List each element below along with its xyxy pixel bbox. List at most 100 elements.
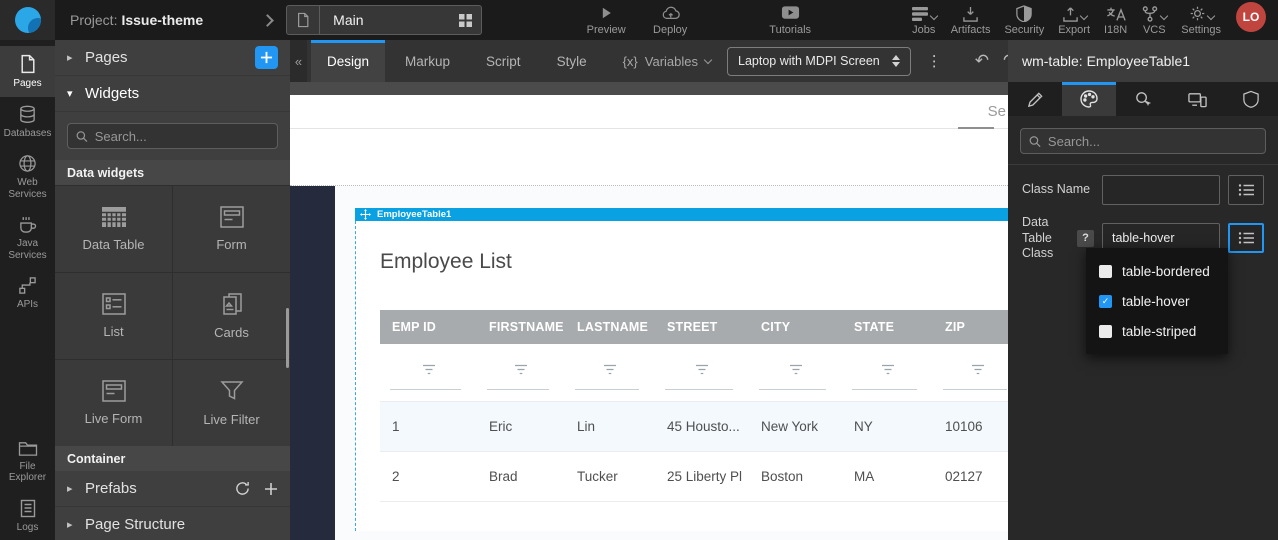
employee-table-widget[interactable]: EmployeeTable1 Employee List EMP ID FIRS… bbox=[355, 208, 1008, 531]
property-search-input[interactable] bbox=[1048, 134, 1257, 149]
checkbox-unchecked-icon[interactable] bbox=[1099, 325, 1112, 338]
tab-design[interactable]: Design bbox=[311, 40, 385, 82]
logo-cell[interactable] bbox=[0, 0, 55, 40]
sidebar-item-label: Web Services bbox=[0, 177, 55, 200]
widget-selection-bar[interactable]: EmployeeTable1 bbox=[355, 208, 1008, 221]
tab-markup[interactable]: Markup bbox=[389, 40, 466, 82]
cell-firstname: Brad bbox=[477, 452, 565, 502]
sidebar-item-file-explorer[interactable]: File Explorer bbox=[0, 432, 55, 491]
column-header[interactable]: CITY bbox=[749, 310, 842, 344]
column-filter[interactable] bbox=[749, 344, 842, 402]
option-label: table-hover bbox=[1122, 294, 1190, 309]
column-header[interactable]: STREET bbox=[655, 310, 749, 344]
table-row[interactable]: 2 Brad Tucker 25 Liberty Pl Boston MA 02… bbox=[380, 452, 1008, 502]
column-filter[interactable] bbox=[655, 344, 749, 402]
option-table-hover[interactable]: ✓ table-hover bbox=[1086, 286, 1228, 316]
sidebar-item-apis[interactable]: APIs bbox=[0, 268, 55, 318]
refresh-icon[interactable] bbox=[235, 481, 250, 496]
sidebar-item-web-services[interactable]: Web Services bbox=[0, 146, 55, 207]
tutorials-button[interactable]: Tutorials bbox=[758, 5, 822, 36]
column-filter[interactable] bbox=[565, 344, 655, 402]
caret-right-icon: ▸ bbox=[67, 518, 79, 531]
artifacts-button[interactable]: Artifacts bbox=[944, 2, 998, 38]
add-prefab-icon[interactable] bbox=[264, 482, 278, 496]
tab-script[interactable]: Script bbox=[470, 40, 537, 82]
pages-grid-icon[interactable] bbox=[449, 14, 481, 27]
preview-button[interactable]: Preview bbox=[574, 5, 638, 36]
checkbox-unchecked-icon[interactable] bbox=[1099, 265, 1112, 278]
column-filter[interactable] bbox=[933, 344, 1008, 402]
page-tab-main[interactable]: Main bbox=[286, 5, 482, 35]
user-avatar[interactable]: LO bbox=[1236, 2, 1266, 32]
page-structure-section-header[interactable]: ▸ Page Structure bbox=[55, 507, 290, 540]
canvas-column: « Design Markup Script Style {x} Variabl… bbox=[290, 40, 1008, 540]
widget-tile-cards[interactable]: Cards bbox=[173, 273, 290, 359]
column-header[interactable]: LASTNAME bbox=[565, 310, 655, 344]
tab-devices[interactable] bbox=[1170, 82, 1224, 116]
widget-tile-form[interactable]: Form bbox=[173, 186, 290, 272]
canvas-more-menu[interactable]: ⋮ bbox=[927, 52, 942, 70]
device-selector[interactable]: Laptop with MDPI Screen bbox=[727, 47, 911, 76]
tab-style[interactable]: Style bbox=[541, 40, 603, 82]
undo-button[interactable]: ↶ bbox=[975, 51, 989, 71]
widgets-section-header[interactable]: ▾ Widgets bbox=[55, 76, 290, 112]
vcs-menu[interactable]: VCS bbox=[1134, 2, 1174, 38]
variables-button[interactable]: {x} Variables bbox=[623, 54, 711, 69]
jobs-menu[interactable]: Jobs bbox=[904, 2, 944, 38]
property-search-box[interactable] bbox=[1020, 128, 1266, 154]
logs-doc-icon bbox=[20, 499, 36, 518]
sidebar-item-databases[interactable]: Databases bbox=[0, 97, 55, 147]
column-filter[interactable] bbox=[842, 344, 933, 402]
table-row[interactable]: 1 Eric Lin 45 Housto... New York NY 1010… bbox=[380, 402, 1008, 452]
column-header[interactable]: EMP ID bbox=[380, 310, 477, 344]
sidebar-item-pages[interactable]: Pages bbox=[0, 46, 55, 97]
export-menu[interactable]: Export bbox=[1051, 2, 1097, 38]
artifacts-label: Artifacts bbox=[951, 24, 991, 36]
tab-styles[interactable] bbox=[1062, 82, 1116, 116]
variables-chevron-icon bbox=[704, 56, 712, 64]
column-filter[interactable] bbox=[477, 344, 565, 402]
tab-properties[interactable] bbox=[1008, 82, 1062, 116]
canvas-app-header-link[interactable]: Se bbox=[988, 103, 1006, 120]
settings-menu[interactable]: Settings bbox=[1174, 2, 1228, 38]
left-panel: ▸ Pages ▾ Widgets Data widgets bbox=[55, 40, 290, 540]
sidebar-item-logs[interactable]: Logs bbox=[0, 491, 55, 540]
export-label: Export bbox=[1058, 24, 1090, 36]
select-arrows-icon bbox=[892, 55, 900, 67]
option-table-striped[interactable]: table-striped bbox=[1086, 316, 1228, 346]
widget-tile-live-filter[interactable]: Live Filter bbox=[173, 360, 290, 446]
column-header[interactable]: STATE bbox=[842, 310, 933, 344]
selected-widget-title: wm-table: EmployeeTable1 bbox=[1008, 40, 1278, 82]
caret-right-icon: ▸ bbox=[67, 51, 79, 64]
data-table-class-picker-button[interactable] bbox=[1228, 223, 1264, 253]
caret-right-icon: ▸ bbox=[67, 482, 79, 495]
sidebar-item-java-services[interactable]: Java Services bbox=[0, 207, 55, 268]
i18n-button[interactable]: I18N bbox=[1097, 2, 1134, 38]
widget-search-box[interactable] bbox=[67, 123, 278, 149]
add-page-button[interactable] bbox=[255, 46, 278, 69]
widget-tile-live-form[interactable]: Live Form bbox=[55, 360, 172, 446]
help-badge[interactable]: ? bbox=[1077, 230, 1094, 247]
sidebar-spacer bbox=[0, 318, 55, 432]
collapse-left-panel-button[interactable]: « bbox=[290, 40, 307, 82]
tab-inspect[interactable] bbox=[1116, 82, 1170, 116]
column-header[interactable]: FIRSTNAME bbox=[477, 310, 565, 344]
design-canvas[interactable]: Se EmployeeTable1 Employee List bbox=[290, 82, 1008, 540]
column-filter[interactable] bbox=[380, 344, 477, 402]
checkbox-checked-icon[interactable]: ✓ bbox=[1099, 295, 1112, 308]
left-panel-scrollbar[interactable] bbox=[286, 308, 289, 368]
widget-tile-data-table[interactable]: Data Table bbox=[55, 186, 172, 272]
class-name-input[interactable] bbox=[1102, 175, 1220, 205]
cell-zip: 02127 bbox=[933, 452, 1008, 502]
security-menu[interactable]: Security bbox=[997, 2, 1051, 38]
tab-security[interactable] bbox=[1224, 82, 1278, 116]
deploy-button[interactable]: Deploy bbox=[638, 5, 702, 36]
class-name-picker-button[interactable] bbox=[1228, 175, 1264, 205]
widget-search-input[interactable] bbox=[95, 129, 269, 144]
widget-tile-list[interactable]: List bbox=[55, 273, 172, 359]
cell-firstname: Eric bbox=[477, 402, 565, 452]
column-header[interactable]: ZIP bbox=[933, 310, 1008, 344]
option-table-bordered[interactable]: table-bordered bbox=[1086, 256, 1228, 286]
pages-section-header[interactable]: ▸ Pages bbox=[55, 40, 290, 76]
prefabs-section-header[interactable]: ▸ Prefabs bbox=[55, 471, 290, 507]
